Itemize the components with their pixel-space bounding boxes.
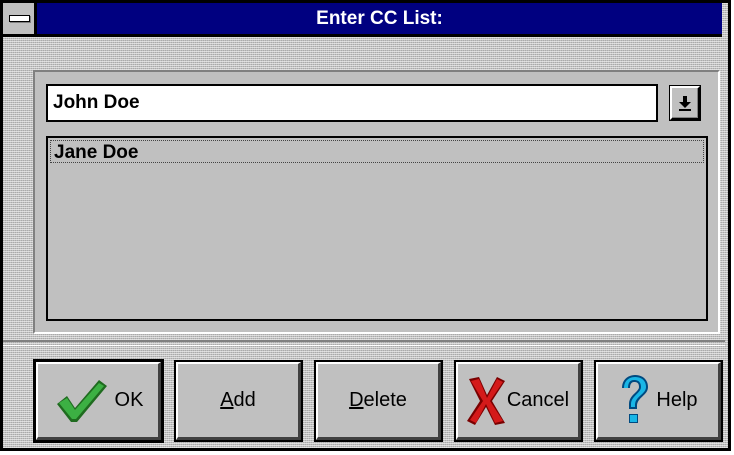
cancel-button[interactable]: Cancel	[454, 360, 583, 442]
combo-dropdown-button[interactable]	[669, 85, 701, 121]
add-button[interactable]: Add	[174, 360, 303, 442]
cc-name-combo-input[interactable]: John Doe	[46, 84, 658, 122]
down-arrow-icon	[679, 96, 691, 111]
add-mnemonic: A	[220, 389, 234, 411]
dialog-title: Enter CC List:	[316, 8, 443, 29]
cancel-label: Cancel	[506, 389, 570, 411]
title-bar[interactable]: Enter CC List:	[3, 3, 722, 37]
system-menu-icon	[9, 15, 30, 22]
add-label-rest: dd	[233, 389, 256, 411]
add-label: Add	[220, 389, 256, 412]
delete-label: Delete	[349, 389, 407, 412]
check-icon	[56, 379, 107, 422]
red-x-icon	[466, 376, 505, 425]
delete-label-rest: elete	[363, 389, 407, 411]
delete-mnemonic: D	[349, 389, 364, 411]
ok-button[interactable]: OK	[33, 359, 164, 443]
ok-label: OK	[114, 389, 144, 411]
list-item[interactable]: Jane Doe	[50, 140, 704, 163]
button-separator	[3, 340, 725, 346]
help-label: Help	[656, 389, 698, 411]
system-menu-button[interactable]	[3, 3, 37, 34]
cc-listbox[interactable]: Jane Doe	[46, 136, 708, 321]
delete-button[interactable]: Delete	[314, 360, 443, 442]
question-mark-icon	[622, 374, 649, 423]
help-button[interactable]: Help	[594, 360, 723, 442]
